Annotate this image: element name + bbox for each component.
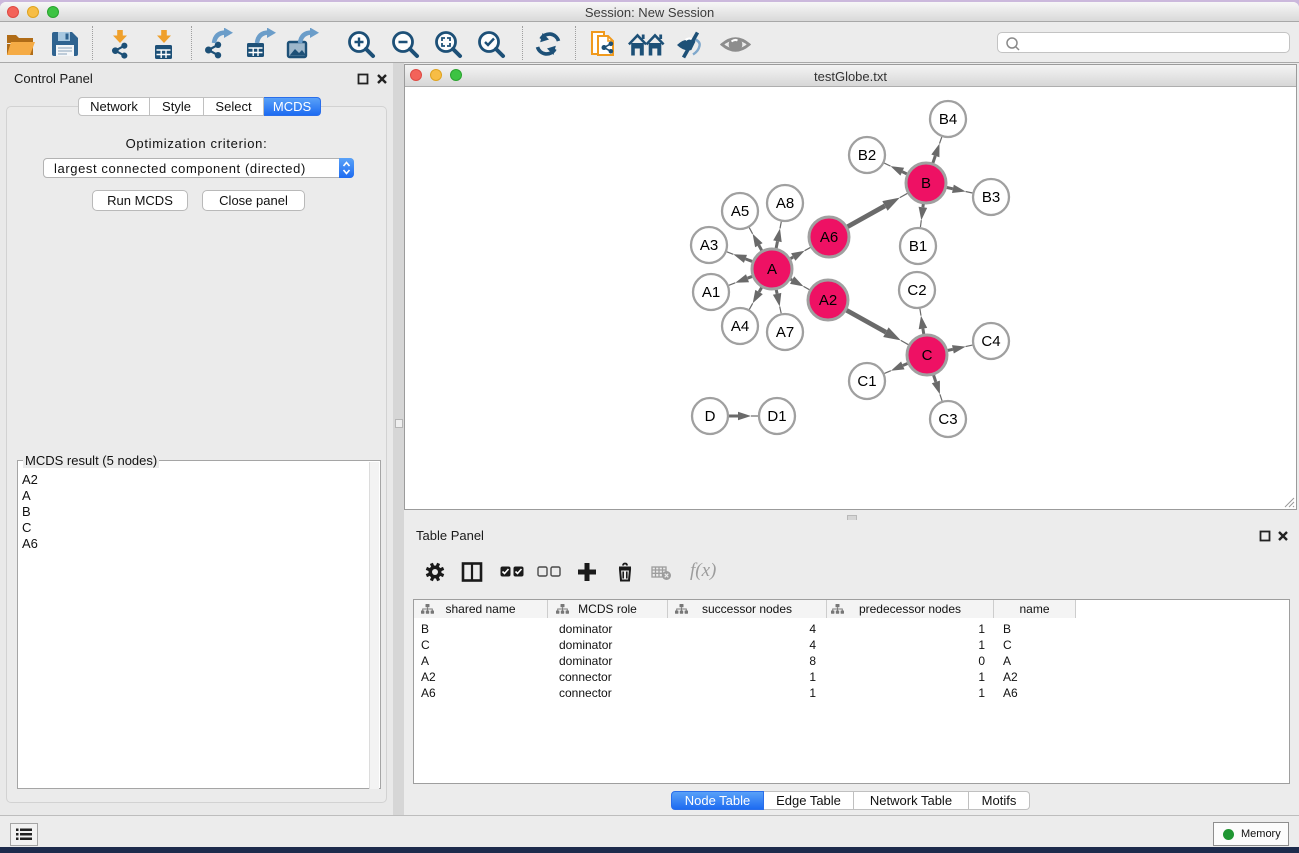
- svg-text:C2: C2: [907, 282, 926, 299]
- svg-text:B4: B4: [939, 111, 957, 128]
- svg-text:A7: A7: [776, 324, 794, 341]
- svg-text:A6: A6: [820, 229, 838, 246]
- svg-text:B2: B2: [858, 147, 876, 164]
- svg-text:B: B: [921, 175, 931, 192]
- svg-text:D1: D1: [767, 408, 786, 425]
- svg-text:A5: A5: [731, 203, 749, 220]
- svg-text:A4: A4: [731, 318, 749, 335]
- svg-text:A8: A8: [776, 195, 794, 212]
- svg-text:B3: B3: [982, 189, 1000, 206]
- svg-text:B1: B1: [909, 238, 927, 255]
- svg-text:A: A: [767, 261, 777, 278]
- svg-text:D: D: [705, 408, 716, 425]
- svg-text:A3: A3: [700, 237, 718, 254]
- svg-text:A2: A2: [819, 292, 837, 309]
- svg-text:A1: A1: [702, 284, 720, 301]
- svg-text:C4: C4: [981, 333, 1000, 350]
- svg-text:C: C: [922, 347, 933, 364]
- svg-text:C1: C1: [857, 373, 876, 390]
- svg-text:C3: C3: [938, 411, 957, 428]
